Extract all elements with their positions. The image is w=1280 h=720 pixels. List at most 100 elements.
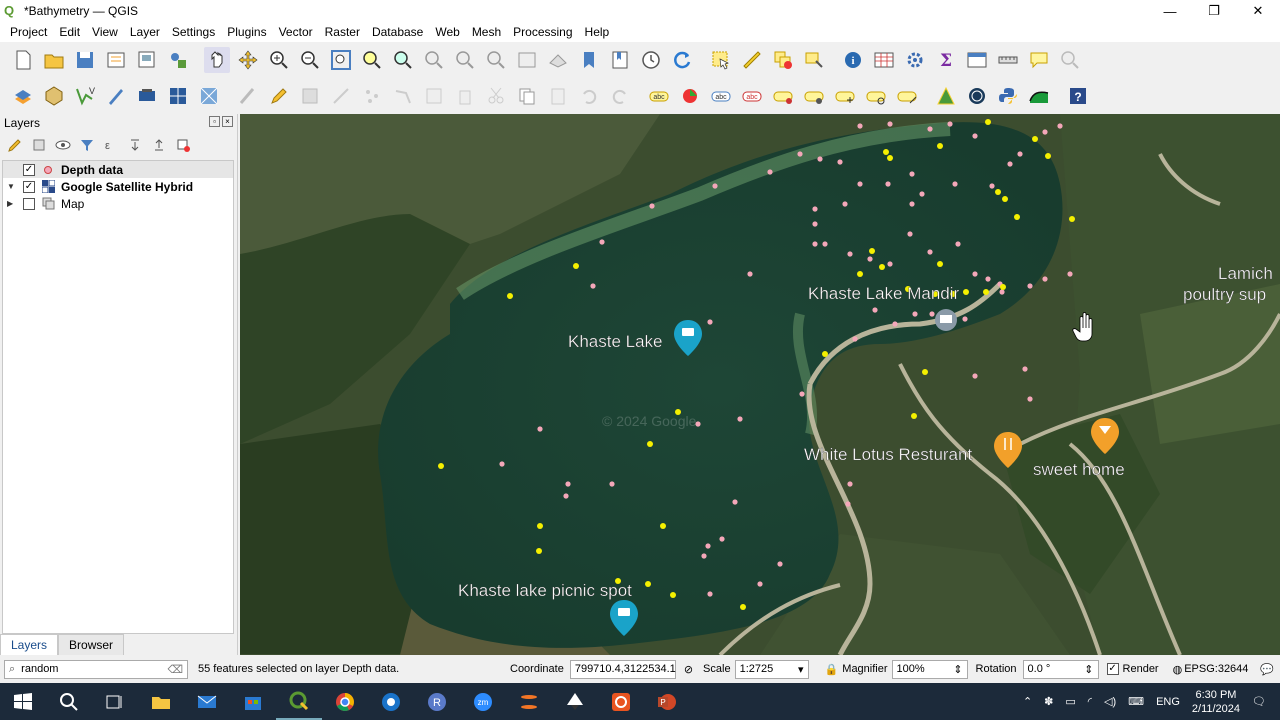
- locator-search-field[interactable]: ⌕ random ⌫: [4, 659, 188, 679]
- select-by-value-icon[interactable]: [739, 47, 765, 73]
- copy-features-icon[interactable]: [514, 83, 540, 109]
- zoom-to-selection-icon[interactable]: [359, 47, 385, 73]
- render-checkbox[interactable]: ✓: [1106, 663, 1119, 675]
- coordinate-field[interactable]: 799710.4,3122534.1: [569, 659, 676, 679]
- layer-row-google-satellite[interactable]: ▼ ✓ Google Satellite Hybrid: [3, 178, 233, 195]
- collapse-all-icon[interactable]: [150, 136, 168, 154]
- chrome-icon[interactable]: [322, 683, 368, 720]
- messages-icon[interactable]: 💬: [1260, 663, 1274, 676]
- zoom-native-icon[interactable]: [421, 47, 447, 73]
- tray-chevron-up-icon[interactable]: ⌃: [1023, 695, 1032, 708]
- menu-vector[interactable]: Vector: [273, 25, 319, 39]
- globe-plugin-icon[interactable]: [964, 83, 990, 109]
- file-explorer-icon[interactable]: [138, 683, 184, 720]
- locator-search-input[interactable]: random: [21, 663, 58, 675]
- pan-map-icon[interactable]: [204, 47, 230, 73]
- show-hide-label-icon[interactable]: [801, 83, 827, 109]
- zoom-to-layer-icon[interactable]: [390, 47, 416, 73]
- new-project-icon[interactable]: [10, 47, 36, 73]
- rotation-spinbox[interactable]: 0.0 ° ⇕: [1022, 659, 1099, 679]
- processing-toolbox-icon[interactable]: [902, 47, 928, 73]
- style-manager-icon[interactable]: [165, 47, 191, 73]
- add-point-icon[interactable]: [359, 83, 385, 109]
- globe-crs-icon[interactable]: ◍: [1173, 663, 1183, 676]
- close-button[interactable]: ✕: [1236, 0, 1280, 22]
- georeferencer-icon[interactable]: [933, 83, 959, 109]
- statistical-summary-icon[interactable]: Σ: [933, 47, 959, 73]
- language-indicator[interactable]: ENG: [1156, 696, 1180, 708]
- rotate-label-icon[interactable]: [863, 83, 889, 109]
- new-geopackage-icon[interactable]: [41, 83, 67, 109]
- cut-features-icon[interactable]: [483, 83, 509, 109]
- save-project-icon[interactable]: [72, 47, 98, 73]
- attribute-table-icon[interactable]: [871, 47, 897, 73]
- add-vector-layer-icon[interactable]: V: [72, 83, 98, 109]
- layer-visibility-checkbox[interactable]: [23, 197, 35, 210]
- pan-to-selection-icon[interactable]: [235, 47, 261, 73]
- zoom-icon[interactable]: zm: [460, 683, 506, 720]
- toggle-editing-icon[interactable]: [266, 83, 292, 109]
- clock[interactable]: 6:30 PM 2/11/2024: [1192, 688, 1240, 716]
- menu-settings[interactable]: Settings: [166, 25, 221, 39]
- menu-mesh[interactable]: Mesh: [466, 25, 507, 39]
- new-print-layout-icon[interactable]: [103, 47, 129, 73]
- add-wms-icon[interactable]: [134, 83, 160, 109]
- zoom-out-icon[interactable]: [297, 47, 323, 73]
- minimize-button[interactable]: —: [1148, 0, 1192, 22]
- powerpoint-icon[interactable]: P: [644, 683, 690, 720]
- new-3d-map-icon[interactable]: [545, 47, 571, 73]
- layer-visibility-checkbox[interactable]: ✓: [23, 163, 35, 176]
- layer-row-map-group[interactable]: ▶ Map: [3, 195, 233, 212]
- filter-by-expression-icon[interactable]: ε: [102, 136, 120, 154]
- layout-manager-icon[interactable]: [134, 47, 160, 73]
- store-icon[interactable]: [230, 683, 276, 720]
- python-console-icon[interactable]: [995, 83, 1021, 109]
- zoom-last-icon[interactable]: [452, 47, 478, 73]
- map-canvas[interactable]: Khaste Lake Khaste Lake Mandir White Lot…: [240, 114, 1280, 655]
- menu-raster[interactable]: Raster: [319, 25, 366, 39]
- add-raster-layer-icon[interactable]: [165, 83, 191, 109]
- notifications-icon[interactable]: 🗨: [1252, 695, 1266, 708]
- zoom-in-icon[interactable]: [266, 47, 292, 73]
- qgis2threejs-icon[interactable]: [1026, 83, 1052, 109]
- select-features-icon[interactable]: [708, 47, 734, 73]
- menu-project[interactable]: Project: [4, 25, 53, 39]
- digitize-icon[interactable]: [328, 83, 354, 109]
- current-edits-icon[interactable]: [235, 83, 261, 109]
- label-abc-icon[interactable]: abc: [739, 83, 765, 109]
- filter-legend-icon[interactable]: [78, 136, 96, 154]
- start-button-icon[interactable]: [0, 683, 46, 720]
- tray-app-icon[interactable]: ✽: [1044, 695, 1053, 708]
- menu-processing[interactable]: Processing: [507, 25, 578, 39]
- restore-button[interactable]: ❐: [1192, 0, 1236, 22]
- help-icon[interactable]: ?: [1065, 83, 1091, 109]
- measure-line-icon[interactable]: [995, 47, 1021, 73]
- layer-visibility-checkbox[interactable]: ✓: [23, 180, 35, 193]
- label-toolbar-icon[interactable]: abc: [646, 83, 672, 109]
- keyboard-icon[interactable]: ⌨: [1128, 695, 1144, 708]
- add-mesh-layer-icon[interactable]: [196, 83, 222, 109]
- ubuntu-icon[interactable]: [598, 683, 644, 720]
- menu-web[interactable]: Web: [429, 25, 465, 39]
- edge-icon[interactable]: [368, 683, 414, 720]
- jupyter-icon[interactable]: [506, 683, 552, 720]
- add-delimited-text-icon[interactable]: [103, 83, 129, 109]
- diagram-icon[interactable]: [677, 83, 703, 109]
- tab-browser[interactable]: Browser: [58, 634, 125, 655]
- scale-combo[interactable]: 1:2725 ▾: [734, 659, 809, 679]
- menu-plugins[interactable]: Plugins: [221, 25, 272, 39]
- refresh-icon[interactable]: [669, 47, 695, 73]
- zoom-next-icon[interactable]: [483, 47, 509, 73]
- paste-features-icon[interactable]: [545, 83, 571, 109]
- magnifier-spinbox[interactable]: 100% ⇕: [891, 659, 968, 679]
- open-table-icon[interactable]: [964, 47, 990, 73]
- open-project-icon[interactable]: [41, 47, 67, 73]
- layer-row-depth-data[interactable]: ✓ Depth data: [3, 161, 233, 178]
- task-view-icon[interactable]: [92, 683, 138, 720]
- new-bookmark-icon[interactable]: [576, 47, 602, 73]
- menu-edit[interactable]: Edit: [53, 25, 86, 39]
- new-map-view-icon[interactable]: [514, 47, 540, 73]
- expand-arrow-icon[interactable]: ▶: [7, 199, 17, 208]
- tab-layers[interactable]: Layers: [0, 634, 59, 655]
- battery-icon[interactable]: ▭: [1065, 695, 1075, 708]
